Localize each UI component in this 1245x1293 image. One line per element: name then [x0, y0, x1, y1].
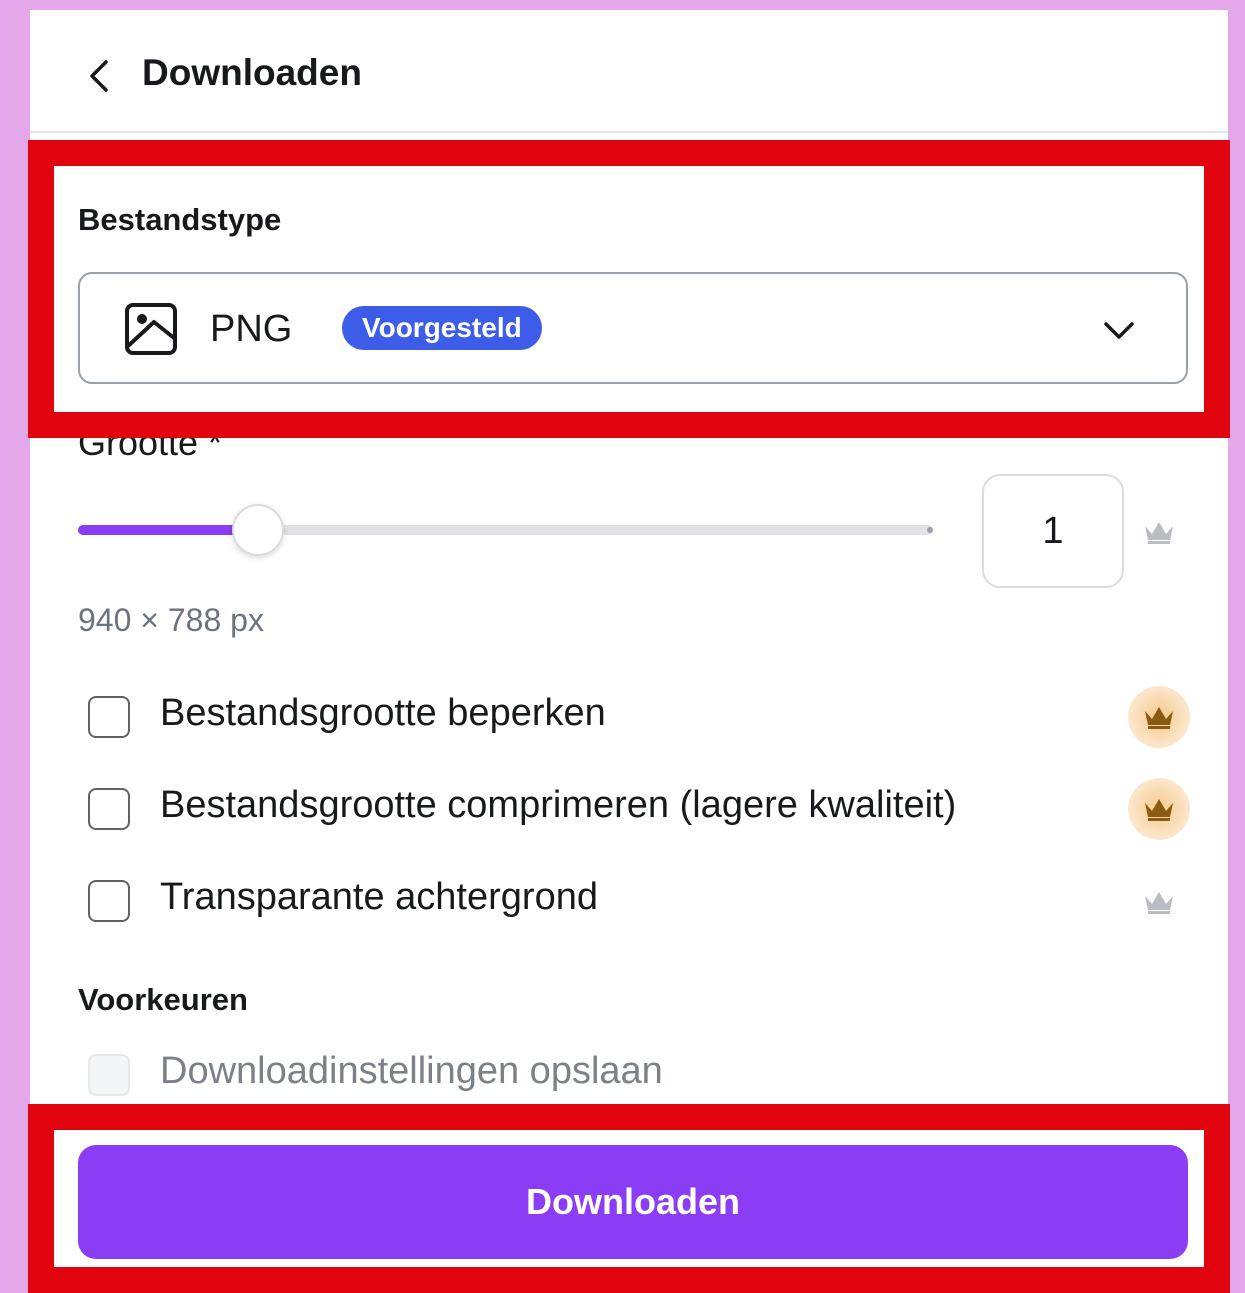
limit-file-size-checkbox[interactable]: [88, 696, 130, 738]
file-type-select[interactable]: PNG Voorgesteld: [78, 272, 1188, 384]
crown-icon: [1145, 522, 1173, 544]
download-button[interactable]: Downloaden: [78, 1145, 1188, 1259]
image-icon: [125, 303, 177, 355]
panel-header: Downloaden: [30, 10, 1228, 133]
compress-file-size-label: Bestandsgrootte comprimeren (lagere kwal…: [160, 784, 957, 826]
save-settings-label: Downloadinstellingen opslaan: [160, 1050, 663, 1092]
compress-file-size-checkbox[interactable]: [88, 788, 130, 830]
premium-crown-badge: [1128, 778, 1190, 840]
slider-end-dot: [927, 527, 933, 533]
crown-icon: [1145, 707, 1173, 729]
output-dimensions: 940 × 788 px: [78, 602, 264, 638]
crown-icon: [1145, 799, 1173, 821]
transparent-background-label: Transparante achtergrond: [160, 876, 598, 918]
suggested-badge: Voorgesteld: [342, 306, 542, 350]
limit-file-size-label: Bestandsgrootte beperken: [160, 692, 606, 734]
size-slider-fill: [78, 525, 258, 535]
back-chevron-icon[interactable]: [86, 58, 114, 94]
file-type-label: Bestandstype: [78, 202, 282, 237]
size-multiplier-input[interactable]: 1: [982, 474, 1124, 588]
transparent-background-checkbox[interactable]: [88, 880, 130, 922]
crown-icon: [1145, 892, 1173, 914]
file-type-value: PNG: [210, 308, 293, 350]
size-label: Grootte *: [78, 422, 223, 463]
premium-crown-badge: [1128, 686, 1190, 748]
chevron-down-icon: [1104, 322, 1134, 339]
panel-title: Downloaden: [142, 52, 362, 93]
size-slider-thumb[interactable]: [232, 504, 284, 556]
download-panel: Downloaden Grootte * 1 940 × 788 px Best…: [30, 10, 1228, 1293]
size-slider-track[interactable]: [78, 525, 933, 535]
save-settings-checkbox: [88, 1054, 130, 1096]
preferences-label: Voorkeuren: [78, 982, 248, 1017]
